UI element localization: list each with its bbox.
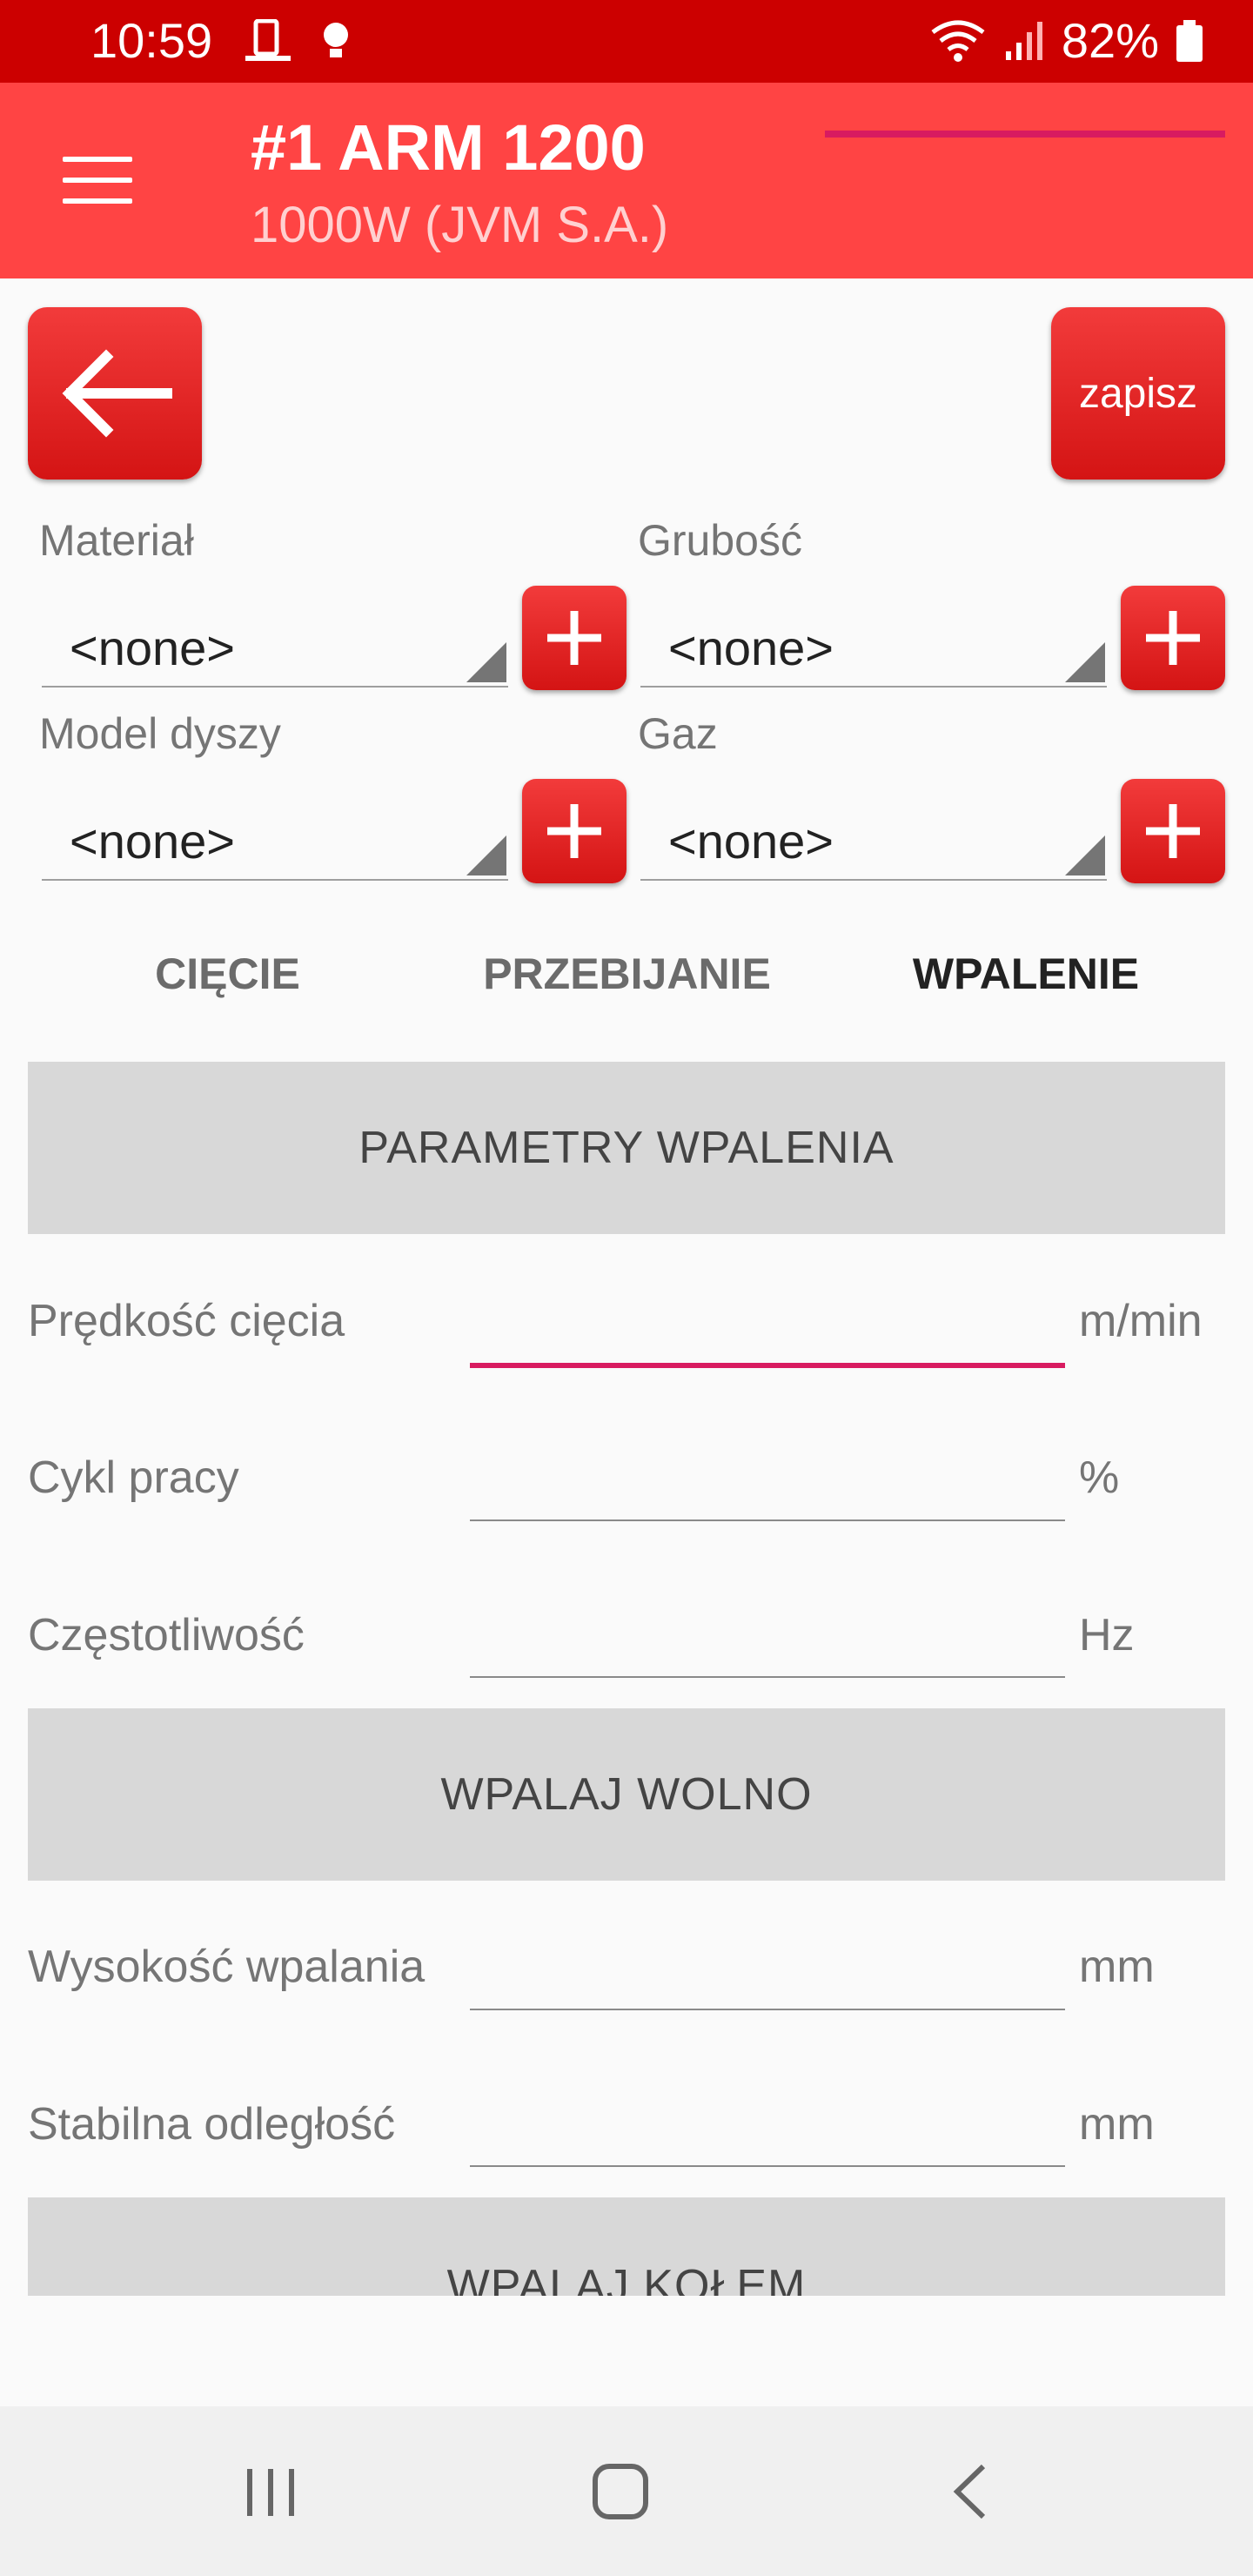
arrow-left-icon <box>62 349 172 438</box>
plus-icon <box>1146 611 1200 665</box>
tab-przebijanie[interactable]: PRZEBIJANIE <box>427 949 827 999</box>
gas-value: <none> <box>668 814 834 869</box>
gas-label: Gaz <box>638 709 718 758</box>
add-nozzle-model-button[interactable] <box>522 779 626 883</box>
system-nav-bar <box>0 2406 1253 2576</box>
cutting-speed-input[interactable] <box>470 1363 1065 1368</box>
back-button[interactable] <box>28 307 202 480</box>
dropdown-triangle-icon <box>1065 642 1105 682</box>
dropdown-triangle-icon <box>466 835 506 875</box>
page-title: #1 ARM 1200 <box>251 111 646 184</box>
page-subtitle: 1000W (JVM S.A.) <box>251 197 669 253</box>
back-nav-icon[interactable] <box>948 2461 992 2522</box>
add-gas-button[interactable] <box>1121 779 1225 883</box>
thickness-value: <none> <box>668 621 834 675</box>
wifi-icon <box>931 20 985 62</box>
nozzle-model-spinner[interactable]: <none> <box>42 811 508 881</box>
recent-apps-icon[interactable] <box>242 2464 299 2521</box>
section-header-wpalaj-wolno: WPALAJ WOLNO <box>28 1708 1225 1881</box>
gas-spinner[interactable]: <none> <box>640 811 1107 881</box>
param-unit-duty-cycle: % <box>1079 1452 1120 1503</box>
menu-icon[interactable] <box>63 157 132 205</box>
tab-bar: CIĘCIE PRZEBIJANIE WPALENIE <box>28 922 1225 1062</box>
active-tab-indicator <box>825 131 1225 138</box>
param-label-stable-distance: Stabilna odległość <box>28 2099 396 2150</box>
param-label-cutting-speed: Prędkość cięcia <box>28 1296 345 1346</box>
save-button[interactable]: zapisz <box>1051 307 1225 480</box>
phone-transfer-icon <box>245 19 291 61</box>
param-unit-stable-distance: mm <box>1079 2099 1155 2150</box>
param-label-pierce-height: Wysokość wpalania <box>28 1942 425 1992</box>
pierce-height-input[interactable] <box>470 2009 1065 2010</box>
nozzle-model-label: Model dyszy <box>39 709 281 758</box>
plus-icon <box>1146 804 1200 858</box>
thickness-label: Grubość <box>638 516 802 565</box>
duty-cycle-input[interactable] <box>470 1519 1065 1521</box>
add-material-button[interactable] <box>522 586 626 690</box>
plus-icon <box>547 804 601 858</box>
material-value: <none> <box>70 621 235 675</box>
section-header-wpalaj-kolem: WPALAJ KOŁEM <box>28 2197 1225 2296</box>
param-unit-cutting-speed: m/min <box>1079 1296 1203 1346</box>
frequency-input[interactable] <box>470 1676 1065 1678</box>
status-bar: 10:59 82% <box>0 0 1253 83</box>
material-spinner[interactable]: <none> <box>42 618 508 688</box>
home-icon[interactable] <box>590 2461 651 2522</box>
add-thickness-button[interactable] <box>1121 586 1225 690</box>
param-label-frequency: Częstotliwość <box>28 1610 305 1660</box>
stable-distance-input[interactable] <box>470 2165 1065 2167</box>
material-label: Materiał <box>39 516 194 565</box>
dropdown-triangle-icon <box>466 642 506 682</box>
tab-wpalenie[interactable]: WPALENIE <box>827 949 1225 999</box>
signal-icon <box>1005 21 1042 60</box>
battery-icon <box>1176 19 1203 62</box>
tab-ciecie[interactable]: CIĘCIE <box>28 949 427 999</box>
dropdown-triangle-icon <box>1065 835 1105 875</box>
thickness-spinner[interactable]: <none> <box>640 618 1107 688</box>
lightbulb-icon <box>324 23 348 57</box>
nozzle-model-value: <none> <box>70 814 235 869</box>
app-bar: #1 ARM 1200 1000W (JVM S.A.) <box>0 83 1253 278</box>
param-unit-frequency: Hz <box>1079 1610 1135 1660</box>
plus-icon <box>547 611 601 665</box>
section-header-wpalenie: PARAMETRY WPALENIA <box>28 1062 1225 1234</box>
param-label-duty-cycle: Cykl pracy <box>28 1452 239 1503</box>
param-unit-pierce-height: mm <box>1079 1942 1155 1992</box>
battery-percent: 82% <box>1061 13 1159 68</box>
status-time: 10:59 <box>90 13 213 68</box>
